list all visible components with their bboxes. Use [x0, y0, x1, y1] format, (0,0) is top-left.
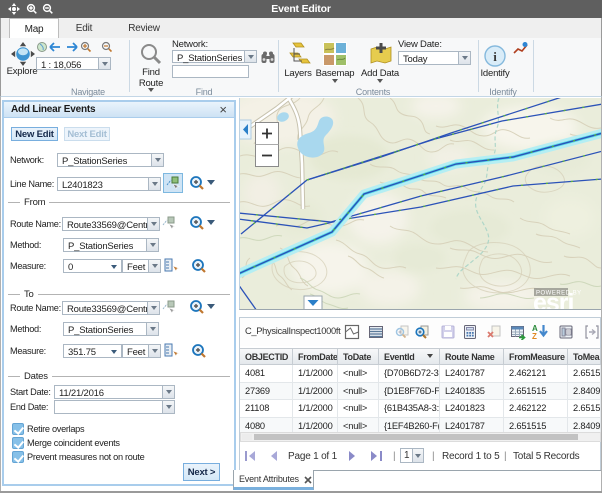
svg-text:esri: esri [533, 289, 574, 309]
svg-text:i: i [493, 49, 497, 64]
